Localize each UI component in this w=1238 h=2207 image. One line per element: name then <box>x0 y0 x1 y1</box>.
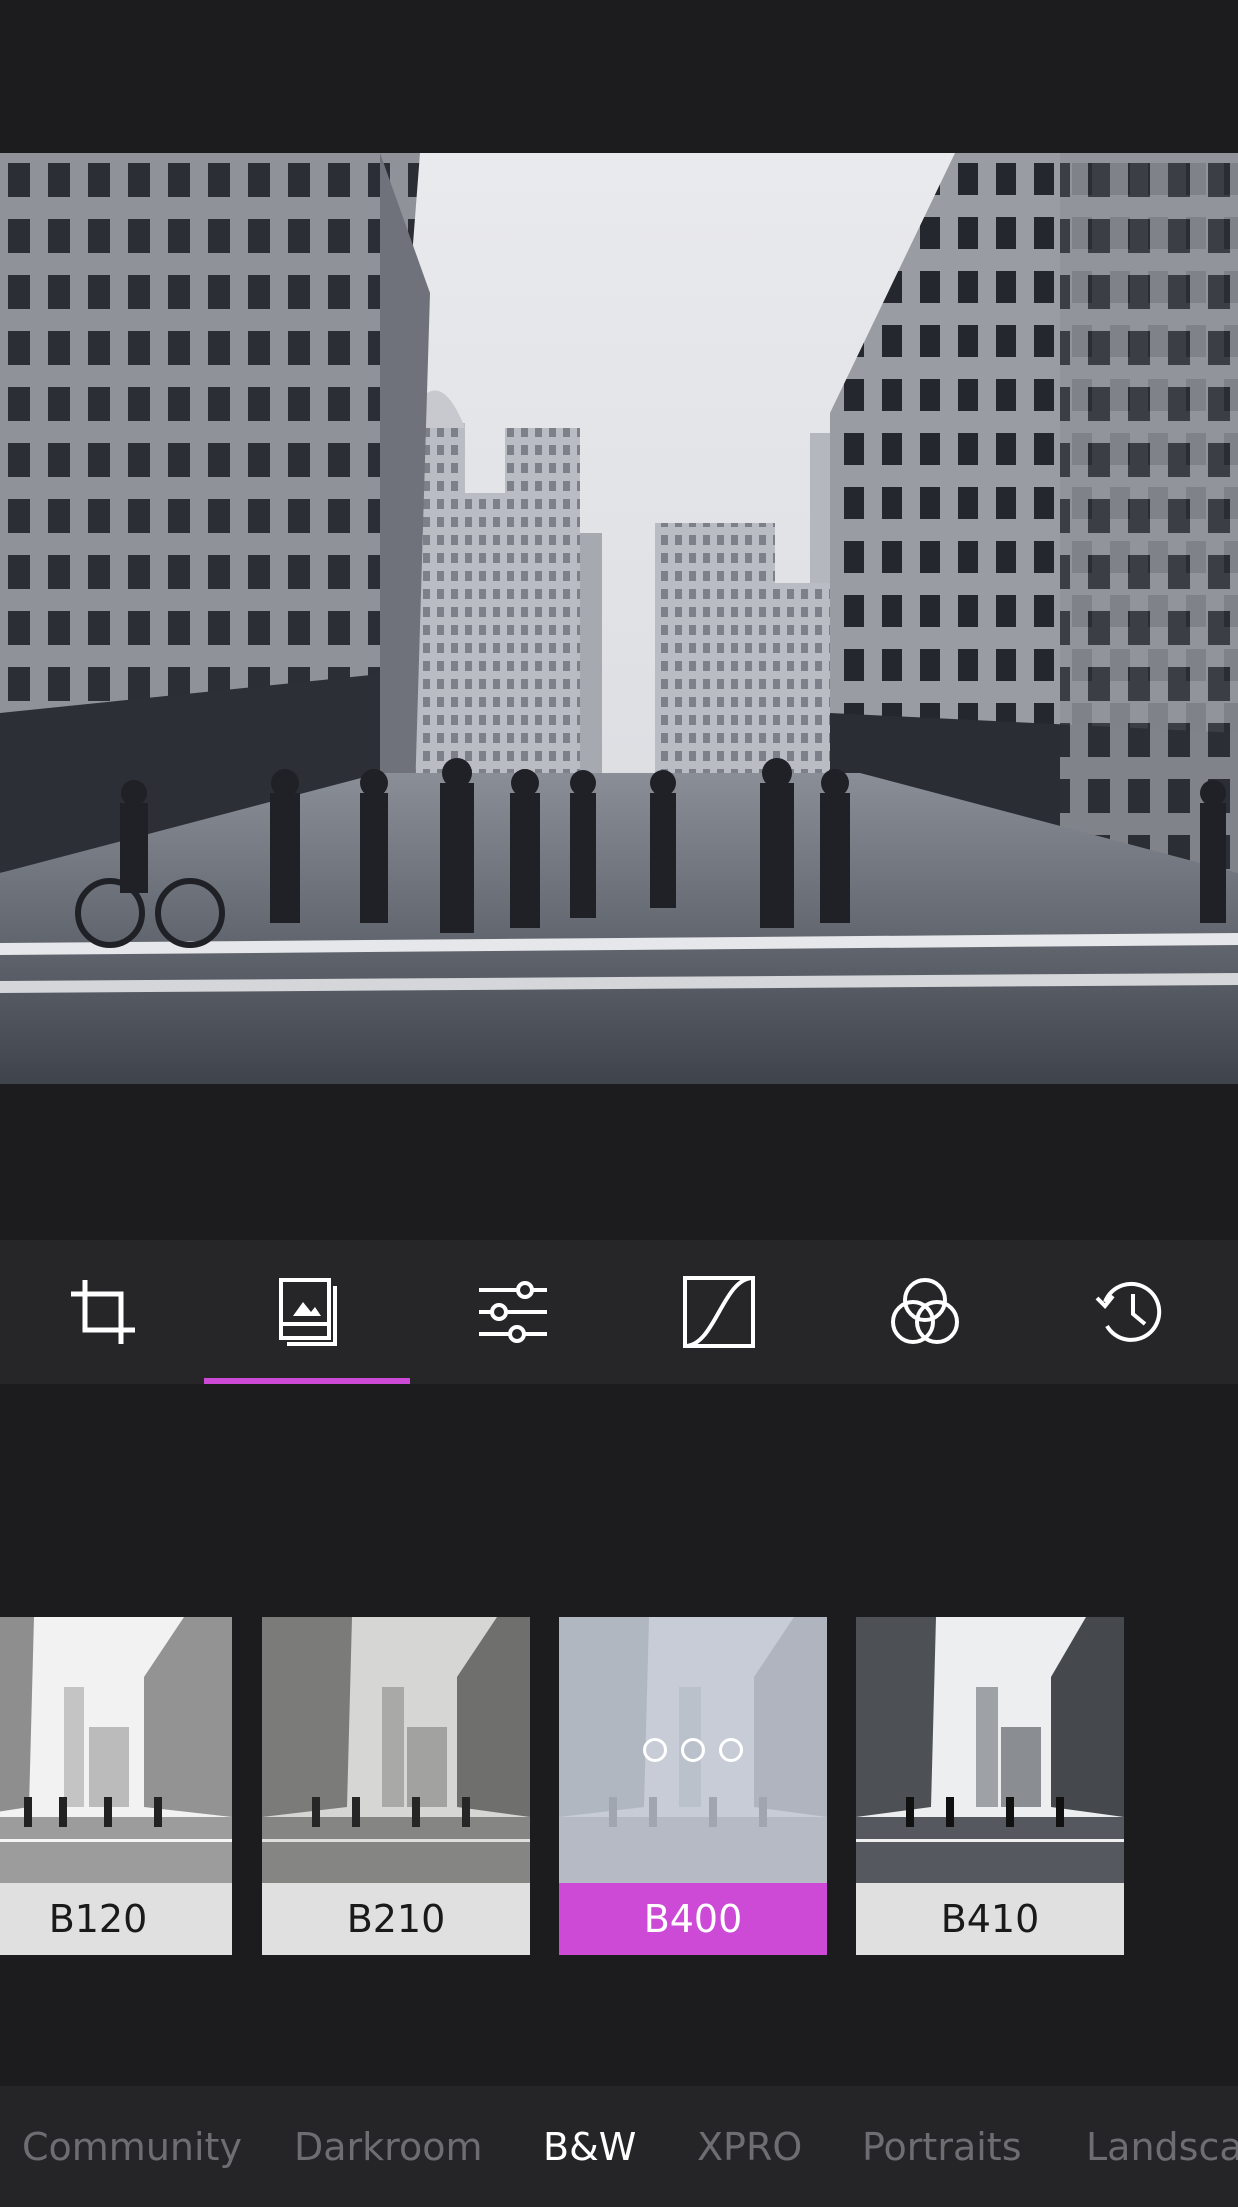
filter-item-b400[interactable]: B400 <box>559 1617 827 1955</box>
tool-underline <box>616 1378 822 1384</box>
filter-thumbnail <box>0 1617 232 1883</box>
filter-label: B120 <box>0 1883 232 1955</box>
filter-thumbnail <box>262 1617 530 1883</box>
filter-label: B400 <box>559 1883 827 1955</box>
filter-item-b410[interactable]: B410 <box>856 1617 1124 1955</box>
filters-icon <box>279 1278 337 1346</box>
more-options-icon <box>719 1738 743 1762</box>
category-tab-landscape[interactable]: Landsca <box>1086 2086 1238 2207</box>
filter-item-b210[interactable]: B210 <box>262 1617 530 1955</box>
editing-toolbar <box>0 1240 1238 1384</box>
color-circles-icon <box>891 1278 959 1344</box>
crop-tool-button[interactable] <box>0 1240 206 1384</box>
tool-underline <box>1028 1378 1234 1384</box>
history-tool-button[interactable] <box>1028 1240 1234 1384</box>
curves-tool-button[interactable] <box>616 1240 822 1384</box>
curves-icon <box>683 1276 755 1348</box>
photo-preview[interactable] <box>0 153 1238 1084</box>
tool-underline <box>0 1378 206 1384</box>
filter-item-b120[interactable]: B120 <box>0 1617 232 1955</box>
street-photo-image <box>0 153 1238 1084</box>
filter-category-bar: Community Darkroom B&W XPRO Portraits La… <box>0 2086 1238 2207</box>
category-tab-xpro[interactable]: XPRO <box>697 2086 802 2207</box>
photo-editor-screen: B120 B210 B400 B410 Community Darkroom B… <box>0 0 1238 2207</box>
filters-tool-button[interactable] <box>204 1240 410 1384</box>
filter-label: B410 <box>856 1883 1124 1955</box>
category-tab-bw[interactable]: B&W <box>543 2086 636 2207</box>
filter-label: B210 <box>262 1883 530 1955</box>
active-tool-indicator <box>204 1378 410 1384</box>
tool-underline <box>822 1378 1028 1384</box>
tool-underline <box>410 1378 616 1384</box>
history-icon <box>1095 1281 1162 1342</box>
adjust-sliders-icon <box>479 1281 547 1343</box>
crop-icon <box>71 1280 135 1344</box>
more-options-icon <box>643 1738 667 1762</box>
filter-options-overlay[interactable] <box>559 1617 827 1883</box>
color-tool-button[interactable] <box>822 1240 1028 1384</box>
more-options-icon <box>681 1738 705 1762</box>
filter-thumbnail <box>856 1617 1124 1883</box>
adjust-tool-button[interactable] <box>410 1240 616 1384</box>
category-tab-darkroom[interactable]: Darkroom <box>294 2086 482 2207</box>
category-tab-portraits[interactable]: Portraits <box>862 2086 1022 2207</box>
category-tab-community[interactable]: Community <box>22 2086 242 2207</box>
